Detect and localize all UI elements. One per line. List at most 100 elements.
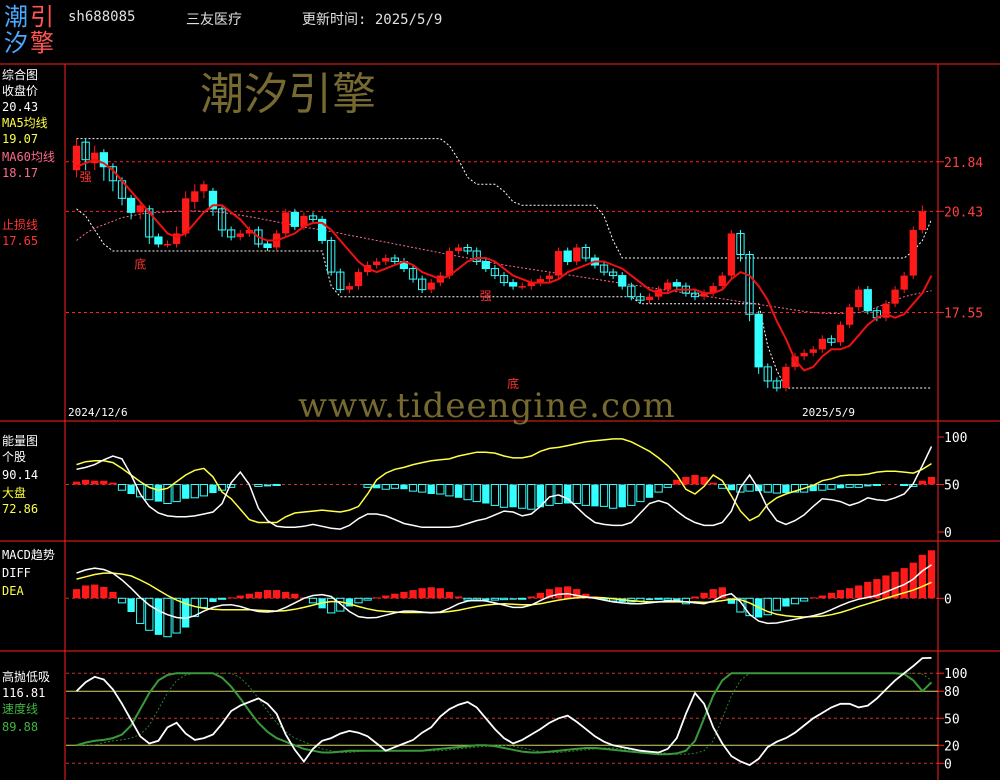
energy-bar [117,484,127,491]
macd-bar [882,575,890,599]
energy-bar [864,484,872,487]
macd-bar [918,554,926,599]
macd-bar [463,597,472,601]
macd-bar [100,586,108,599]
energy-bar [263,484,272,487]
energy-bar [654,484,663,493]
energy-bar [772,484,781,494]
energy-bar [418,484,427,493]
energy-bar [918,480,926,485]
macd-bar [291,593,299,599]
macd-bar [527,596,535,599]
speed-label: 速度线 [2,702,39,716]
diff-line [76,564,932,625]
macd-bar [136,597,145,624]
candle-up [909,229,917,276]
energy-bar [490,484,500,506]
candle-up [727,233,736,276]
energy-bar [463,484,472,501]
candle-up [900,275,908,290]
macd-bar [518,597,527,600]
energy-bar [254,484,263,487]
energy-bar [673,479,681,485]
macd-bar [490,597,500,601]
price-panel-title: 综合图 [2,68,39,82]
energy-bar [436,484,445,495]
macd-bar [373,597,381,599]
close-value: 20.43 [2,100,39,114]
macd-bar [109,591,117,599]
stock-energy-value: 90.14 [2,468,39,482]
kdj-panel-title: 高抛低吸 [2,670,51,684]
market-energy-label: 大盘 [2,486,27,500]
energy-bar [408,484,418,492]
candle-up [855,289,863,308]
macd-bar [254,591,263,599]
candle-up [664,282,672,290]
macd-bar [117,597,127,604]
candle-up [191,191,199,202]
macd-bar [809,597,817,599]
candle-up [818,338,826,350]
energy-bar [427,484,435,494]
candle-up [345,286,354,290]
price-y-tick-label: 17.55 [944,306,983,321]
macd-bar [82,585,90,599]
macd-bar [818,595,826,599]
energy-bar [472,484,481,503]
energy-bar [554,484,563,504]
macd-bar [227,597,235,599]
macd-bar [127,598,135,612]
candle-down [508,282,518,287]
energy-y-tick-label: 100 [944,431,967,446]
macd-bar [855,585,863,599]
energy-bar [100,480,108,485]
x-end-date: 2025/5/9 [802,406,855,419]
energy-bar [272,484,281,486]
energy-bar [127,484,135,494]
energy-bar [927,476,936,485]
energy-bar [827,484,836,490]
macd-bar [663,597,672,601]
energy-bar [82,479,90,485]
candle-down [754,313,763,368]
signal-annotation: 强 [80,170,92,184]
macd-bar [72,589,81,599]
energy-bar [618,484,626,508]
kdj-y-tick-label: 0 [944,757,952,772]
candle-up [809,349,817,353]
macd-bar [864,581,872,599]
energy-bar [199,484,209,497]
price-envelope-lower [76,208,932,389]
watermark-url: www.tideengine.com [298,386,676,426]
x-start-date: 2024/12/6 [68,406,128,419]
macd-bar [272,590,281,599]
ma5-label: MA5均线 [2,116,48,130]
candle-up [573,247,581,262]
macd-bar [382,595,390,599]
ma60-value: 18.17 [2,166,39,180]
ma60-label: MA60均线 [2,150,55,164]
macd-bar [927,550,936,599]
macd-bar [163,597,172,638]
macd-bar [499,597,509,601]
candle-up [163,243,172,246]
energy-bar [836,484,845,489]
candle-down [263,243,272,248]
macd-bar [245,593,253,599]
energy-bar [527,484,536,510]
candle-down [154,236,163,245]
dea-label: DEA [2,584,24,598]
macd-bar [654,597,663,600]
energy-bar [109,482,117,485]
candle-up [518,286,526,288]
macd-bar [554,587,563,599]
macd-bar [799,597,809,602]
kdj-y-tick-label: 100 [944,667,967,682]
energy-bar [390,484,400,489]
energy-bar [190,484,199,499]
energy-bar [709,482,717,485]
kdj-main-value: 116.81 [2,686,46,700]
candle-up [918,211,926,230]
macd-bar [564,586,572,599]
